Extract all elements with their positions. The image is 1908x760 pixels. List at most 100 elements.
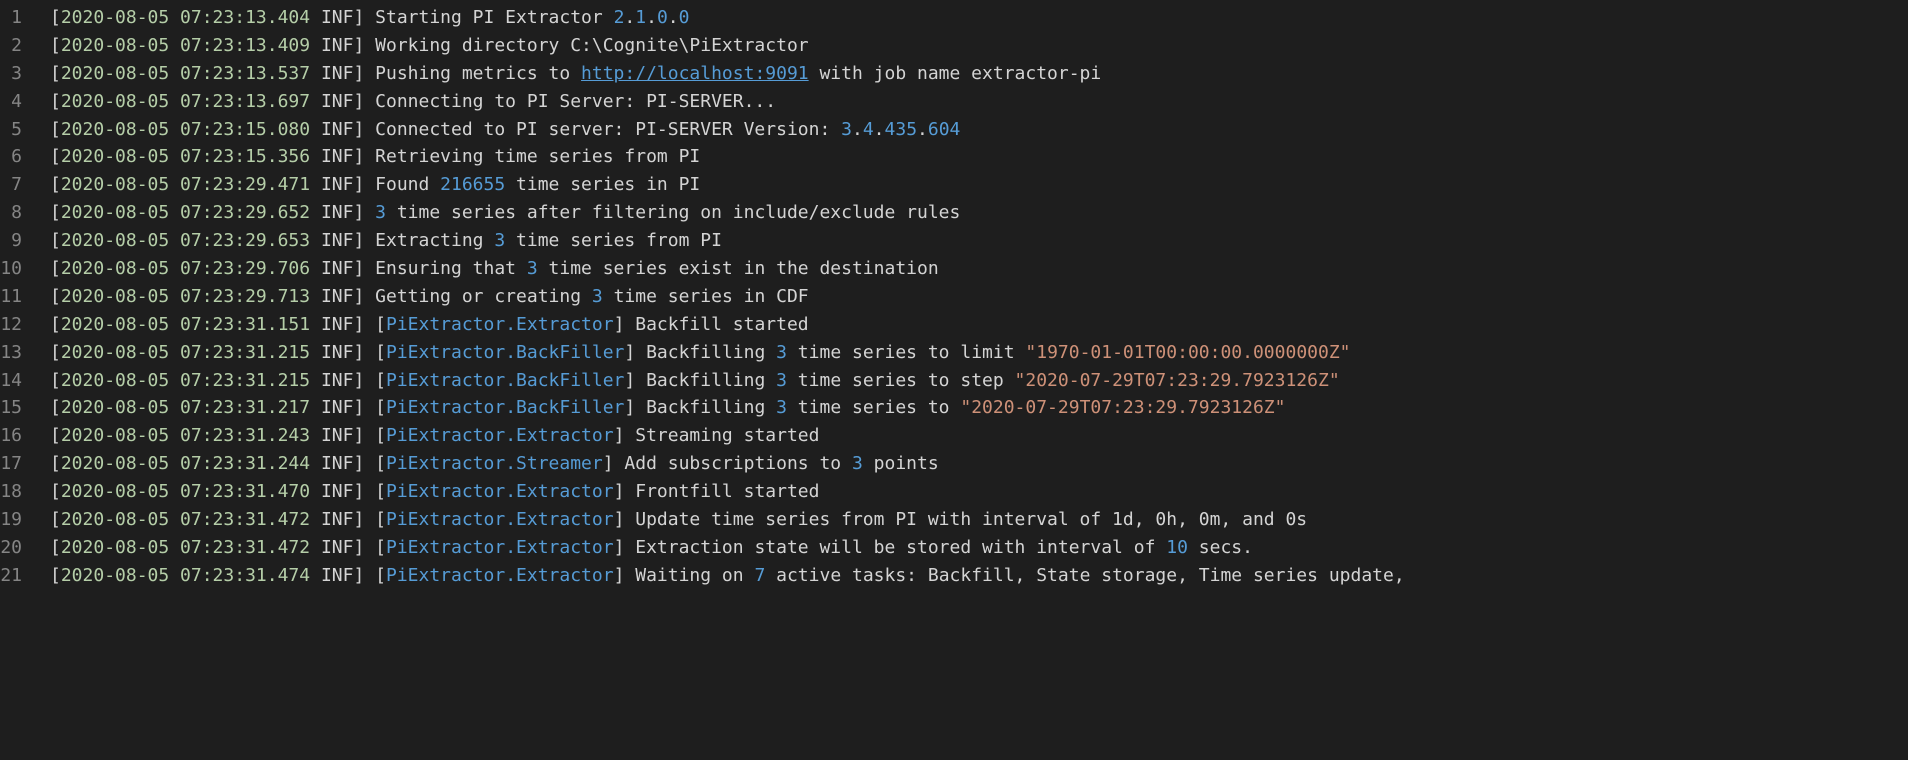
log-level: INF: [321, 425, 354, 446]
log-text: [: [50, 7, 61, 28]
log-source-class: PiExtractor.Extractor: [386, 537, 614, 558]
line-number: 1: [0, 4, 50, 32]
line-number: 5: [0, 116, 50, 144]
log-line[interactable]: 8[2020-08-05 07:23:29.652 INF] 3 time se…: [0, 199, 1908, 227]
log-text: Connected to PI server: PI-SERVER Versio…: [375, 119, 841, 140]
line-number: 8: [0, 199, 50, 227]
log-line[interactable]: 15[2020-08-05 07:23:31.217 INF] [PiExtra…: [0, 394, 1908, 422]
log-level: INF: [321, 286, 354, 307]
log-level: INF: [321, 91, 354, 112]
log-text: [: [50, 35, 61, 56]
log-timestamp: 2020-08-05 07:23:13.404: [61, 7, 310, 28]
log-line[interactable]: 3[2020-08-05 07:23:13.537 INF] Pushing m…: [0, 60, 1908, 88]
log-line[interactable]: 6[2020-08-05 07:23:15.356 INF] Retrievin…: [0, 143, 1908, 171]
log-text: secs.: [1188, 537, 1253, 558]
log-number: 0: [679, 7, 690, 28]
log-line[interactable]: 1[2020-08-05 07:23:13.404 INF] Starting …: [0, 4, 1908, 32]
log-text: time series to: [787, 397, 960, 418]
log-source-class: PiExtractor.Extractor: [386, 314, 614, 335]
log-text: Ensuring that: [375, 258, 527, 279]
log-text: Extracting: [375, 230, 494, 251]
log-level: INF: [321, 453, 354, 474]
log-text: [310, 119, 321, 140]
log-text: ] Backfilling: [624, 342, 776, 363]
log-text: ]: [353, 258, 375, 279]
log-text: [: [50, 174, 61, 195]
log-text: ] Update time series from PI with interv…: [614, 509, 1308, 530]
log-text: [: [50, 481, 61, 502]
log-line[interactable]: 13[2020-08-05 07:23:31.215 INF] [PiExtra…: [0, 339, 1908, 367]
log-text: Working directory C:\Cognite\PiExtractor: [375, 35, 808, 56]
log-number: 216655: [440, 174, 505, 195]
log-text: [: [375, 537, 386, 558]
log-source-class: PiExtractor.BackFiller: [386, 342, 624, 363]
log-text: [: [375, 370, 386, 391]
log-line[interactable]: 5[2020-08-05 07:23:15.080 INF] Connected…: [0, 116, 1908, 144]
log-line[interactable]: 7[2020-08-05 07:23:29.471 INF] Found 216…: [0, 171, 1908, 199]
log-line[interactable]: 16[2020-08-05 07:23:31.243 INF] [PiExtra…: [0, 422, 1908, 450]
log-text: [: [50, 91, 61, 112]
log-line[interactable]: 18[2020-08-05 07:23:31.470 INF] [PiExtra…: [0, 478, 1908, 506]
log-text: .: [852, 119, 863, 140]
log-line[interactable]: 11[2020-08-05 07:23:29.713 INF] Getting …: [0, 283, 1908, 311]
log-text: ]: [353, 565, 375, 586]
log-text: ]: [353, 91, 375, 112]
log-number: 435: [885, 119, 918, 140]
log-line[interactable]: 21[2020-08-05 07:23:31.474 INF] [PiExtra…: [0, 562, 1908, 590]
line-number: 14: [0, 367, 50, 395]
log-timestamp: 2020-08-05 07:23:13.537: [61, 63, 310, 84]
log-text: ]: [353, 230, 375, 251]
log-line[interactable]: 4[2020-08-05 07:23:13.697 INF] Connectin…: [0, 88, 1908, 116]
log-text: ]: [353, 453, 375, 474]
log-string: "1970-01-01T00:00:00.0000000Z": [1025, 342, 1350, 363]
log-number: 0: [657, 7, 668, 28]
log-level: INF: [321, 342, 354, 363]
line-number: 19: [0, 506, 50, 534]
log-line[interactable]: 20[2020-08-05 07:23:31.472 INF] [PiExtra…: [0, 534, 1908, 562]
log-line[interactable]: 14[2020-08-05 07:23:31.215 INF] [PiExtra…: [0, 367, 1908, 395]
log-text: ] Frontfill started: [614, 481, 820, 502]
log-text: ] Waiting on: [614, 565, 755, 586]
log-level: INF: [321, 119, 354, 140]
log-content: [2020-08-05 07:23:31.243 INF] [PiExtract…: [50, 422, 819, 450]
log-content: [2020-08-05 07:23:31.151 INF] [PiExtract…: [50, 311, 809, 339]
log-text: [: [50, 286, 61, 307]
log-text: time series in PI: [505, 174, 700, 195]
log-text: [: [375, 565, 386, 586]
log-number: 3: [375, 202, 386, 223]
log-source-class: PiExtractor.Extractor: [386, 425, 614, 446]
log-text: [: [50, 565, 61, 586]
log-text: [: [375, 314, 386, 335]
log-text: ]: [353, 146, 375, 167]
log-content: [2020-08-05 07:23:31.217 INF] [PiExtract…: [50, 394, 1285, 422]
log-content: [2020-08-05 07:23:29.652 INF] 3 time ser…: [50, 199, 960, 227]
log-text: Found: [375, 174, 440, 195]
log-text: [310, 91, 321, 112]
log-line[interactable]: 10[2020-08-05 07:23:29.706 INF] Ensuring…: [0, 255, 1908, 283]
log-line[interactable]: 9[2020-08-05 07:23:29.653 INF] Extractin…: [0, 227, 1908, 255]
log-text: [: [375, 425, 386, 446]
log-text: [310, 397, 321, 418]
log-timestamp: 2020-08-05 07:23:31.472: [61, 537, 310, 558]
line-number: 4: [0, 88, 50, 116]
log-line[interactable]: 17[2020-08-05 07:23:31.244 INF] [PiExtra…: [0, 450, 1908, 478]
log-line[interactable]: 12[2020-08-05 07:23:31.151 INF] [PiExtra…: [0, 311, 1908, 339]
log-url-link[interactable]: http://localhost:9091: [581, 63, 809, 84]
log-level: INF: [321, 146, 354, 167]
log-text: ]: [353, 370, 375, 391]
line-number: 7: [0, 171, 50, 199]
log-number: 3: [527, 258, 538, 279]
log-string: "2020-07-29T07:23:29.7923126Z": [960, 397, 1285, 418]
log-line[interactable]: 2[2020-08-05 07:23:13.409 INF] Working d…: [0, 32, 1908, 60]
log-timestamp: 2020-08-05 07:23:29.706: [61, 258, 310, 279]
log-source-class: PiExtractor.BackFiller: [386, 397, 624, 418]
log-number: 3: [852, 453, 863, 474]
log-timestamp: 2020-08-05 07:23:31.244: [61, 453, 310, 474]
line-number: 6: [0, 143, 50, 171]
line-number: 18: [0, 478, 50, 506]
log-number: 1: [635, 7, 646, 28]
log-number: 10: [1166, 537, 1188, 558]
log-line[interactable]: 19[2020-08-05 07:23:31.472 INF] [PiExtra…: [0, 506, 1908, 534]
log-text: ]: [353, 35, 375, 56]
log-timestamp: 2020-08-05 07:23:31.151: [61, 314, 310, 335]
